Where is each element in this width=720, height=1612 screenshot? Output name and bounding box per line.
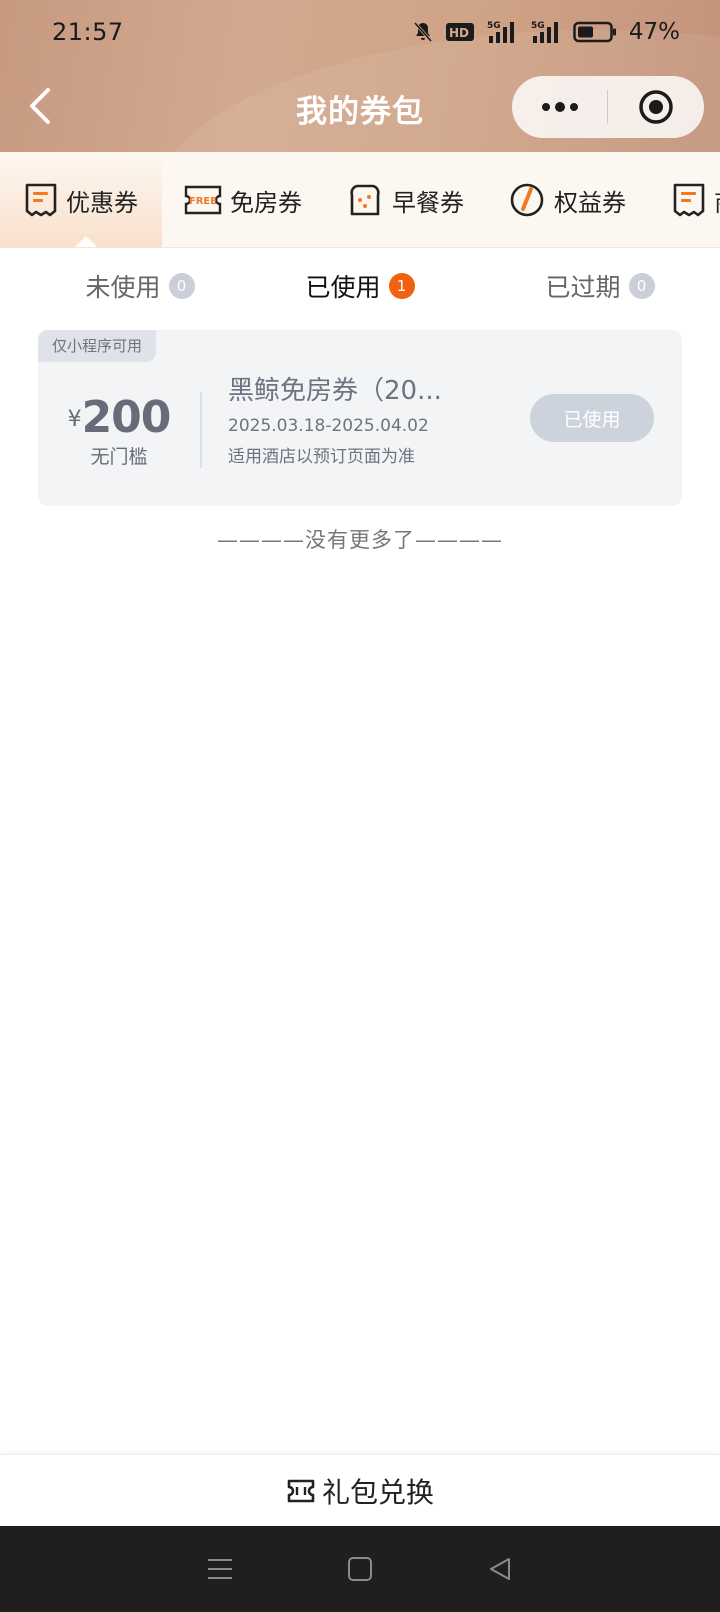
benefit-icon [510, 183, 544, 217]
status-time: 21:57 [52, 18, 124, 46]
hd-icon: HD [445, 21, 475, 43]
battery-percent: 47% [628, 19, 680, 45]
category-tab-more[interactable]: 商 [672, 152, 720, 247]
more-dots-icon [541, 102, 578, 112]
category-tab-free-room[interactable]: FREE 免房券 [184, 152, 302, 247]
category-tab-coupon[interactable]: 优惠券 [0, 152, 162, 247]
svg-text:5G: 5G [487, 21, 501, 31]
used-status-button[interactable]: 已使用 [530, 394, 654, 442]
coupon-title: 黑鲸免房券（20... [228, 376, 442, 406]
category-tab-benefit[interactable]: 权益券 [508, 152, 626, 247]
chevron-left-icon [30, 88, 50, 124]
square-home-icon [348, 1557, 372, 1581]
category-tab-label: 免房券 [230, 188, 302, 217]
coupon-description: 适用酒店以预订页面为准 [228, 447, 415, 467]
svg-text:FREE: FREE [189, 196, 217, 207]
mini-program-only-tag: 仅小程序可用 [38, 330, 157, 362]
coupon-card[interactable]: 仅小程序可用 ¥200 无门槛 黑鲸免房券（20... 2025.03.18-2… [38, 330, 682, 506]
status-icons: HD 5G 5G 47% [411, 18, 680, 46]
category-tab-label: 早餐券 [392, 188, 464, 217]
coupon-validity-dates: 2025.03.18-2025.04.02 [228, 416, 429, 436]
active-tab-pointer [73, 236, 99, 247]
mute-bell-icon [411, 20, 435, 44]
status-tabs: 未使用 0 已使用 1 已过期 0 [0, 248, 720, 324]
status-tab-unused[interactable]: 未使用 0 [40, 248, 240, 324]
ticket-icon [287, 1479, 315, 1502]
system-back-button[interactable] [470, 1539, 530, 1599]
category-tab-label: 商 [714, 183, 720, 218]
target-close-icon [638, 90, 673, 124]
category-tab-breakfast[interactable]: 早餐券 [346, 152, 464, 247]
back-button[interactable] [18, 84, 62, 128]
status-tab-used[interactable]: 已使用 1 [260, 248, 460, 324]
system-navigation-bar [0, 1526, 720, 1612]
battery-icon [573, 20, 617, 44]
status-tab-label: 已过期 [545, 273, 621, 302]
currency-symbol: ¥ [67, 407, 82, 432]
category-tabs: 优惠券 FREE 免房券 早餐券 权益券 [0, 152, 720, 248]
coupon-amount: ¥200 [38, 392, 200, 443]
close-mini-program-button[interactable] [608, 76, 703, 138]
svg-text:HD: HD [449, 26, 469, 40]
category-tab-label: 权益券 [554, 188, 626, 217]
status-tab-label: 已使用 [305, 273, 381, 302]
triangle-back-icon [490, 1558, 510, 1580]
home-button[interactable] [330, 1539, 390, 1599]
category-tab-label: 优惠券 [66, 188, 138, 217]
coupon-threshold: 无门槛 [90, 446, 148, 468]
gift-exchange-label: 礼包兑换 [321, 1475, 434, 1509]
status-bar: 21:57 HD 5G 5G 47% [0, 0, 720, 64]
gift-exchange-button[interactable]: 礼包兑换 [286, 1471, 434, 1511]
breakfast-icon [350, 184, 380, 216]
amount-value: 200 [81, 392, 172, 443]
header: 21:57 HD 5G 5G 47% 我的券包 [0, 0, 720, 152]
page: 21:57 HD 5G 5G 47% 我的券包 优惠券 FREE 免房券 早餐券… [0, 0, 720, 1612]
coupon-icon [673, 183, 705, 217]
count-badge: 1 [388, 273, 415, 299]
more-button[interactable] [512, 76, 607, 138]
menu-lines-icon [208, 1559, 232, 1579]
signal-5g-icon: 5G [485, 19, 519, 45]
signal-5g-icon: 5G [529, 19, 563, 45]
recent-apps-button[interactable] [190, 1539, 250, 1599]
svg-text:5G: 5G [531, 21, 545, 31]
free-room-icon: FREE [184, 185, 222, 215]
count-badge: 0 [628, 273, 655, 299]
status-tab-label: 未使用 [85, 273, 161, 302]
count-badge: 0 [168, 273, 195, 299]
bottom-action-bar: 礼包兑换 [0, 1454, 720, 1526]
mini-program-capsule [512, 76, 704, 138]
coupon-divider [200, 392, 202, 468]
no-more-text: ————没有更多了———— [217, 528, 503, 552]
status-tab-expired[interactable]: 已过期 0 [500, 248, 700, 324]
coupon-icon [25, 183, 57, 217]
